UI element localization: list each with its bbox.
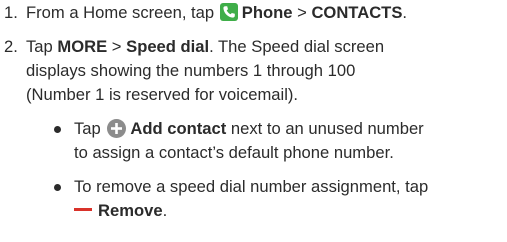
step-1-text: From a Home screen, tap Phone > CONTACTS… (26, 3, 408, 22)
step-2-line-3: (Number 1 is reserved for voicemail). (26, 85, 299, 104)
bullet-dot (54, 126, 61, 133)
step-number: 2. (4, 37, 18, 56)
add-circle-icon (107, 119, 127, 138)
contacts-label: CONTACTS (311, 3, 403, 22)
step-2-line-2: displays showing the numbers 1 through 1… (26, 61, 356, 80)
speed-dial-label: Speed dial (126, 37, 210, 56)
bullet-2-line-2: Remove. (74, 199, 507, 223)
bullet-list: Tap Add contact next to an unused number… (26, 117, 507, 223)
minus-icon (74, 208, 92, 211)
remove-label: Remove (98, 201, 163, 220)
bullet-1-line-2: to assign a contact’s default phone numb… (74, 143, 394, 162)
add-contact-label: Add contact (130, 119, 227, 138)
step-1: 1. From a Home screen, tap Phone > CONTA… (0, 1, 507, 25)
more-label: MORE (57, 37, 108, 56)
step-number: 1. (4, 3, 18, 22)
step-2: 2. Tap MORE > Speed dial. The Speed dial… (0, 35, 507, 223)
instructions: 1. From a Home screen, tap Phone > CONTA… (0, 1, 507, 223)
phone-label: Phone (241, 3, 293, 22)
step-2-line-1: Tap MORE > Speed dial. The Speed dial sc… (26, 37, 385, 56)
bullet-1-line-1: Tap Add contact next to an unused number (74, 119, 424, 138)
bullet-item-remove: To remove a speed dial number assignment… (54, 175, 507, 223)
phone-icon (219, 3, 238, 21)
bullet-dot (54, 184, 61, 191)
bullet-2-line-1: To remove a speed dial number assignment… (74, 177, 429, 196)
bullet-item-add-contact: Tap Add contact next to an unused number… (54, 117, 507, 165)
